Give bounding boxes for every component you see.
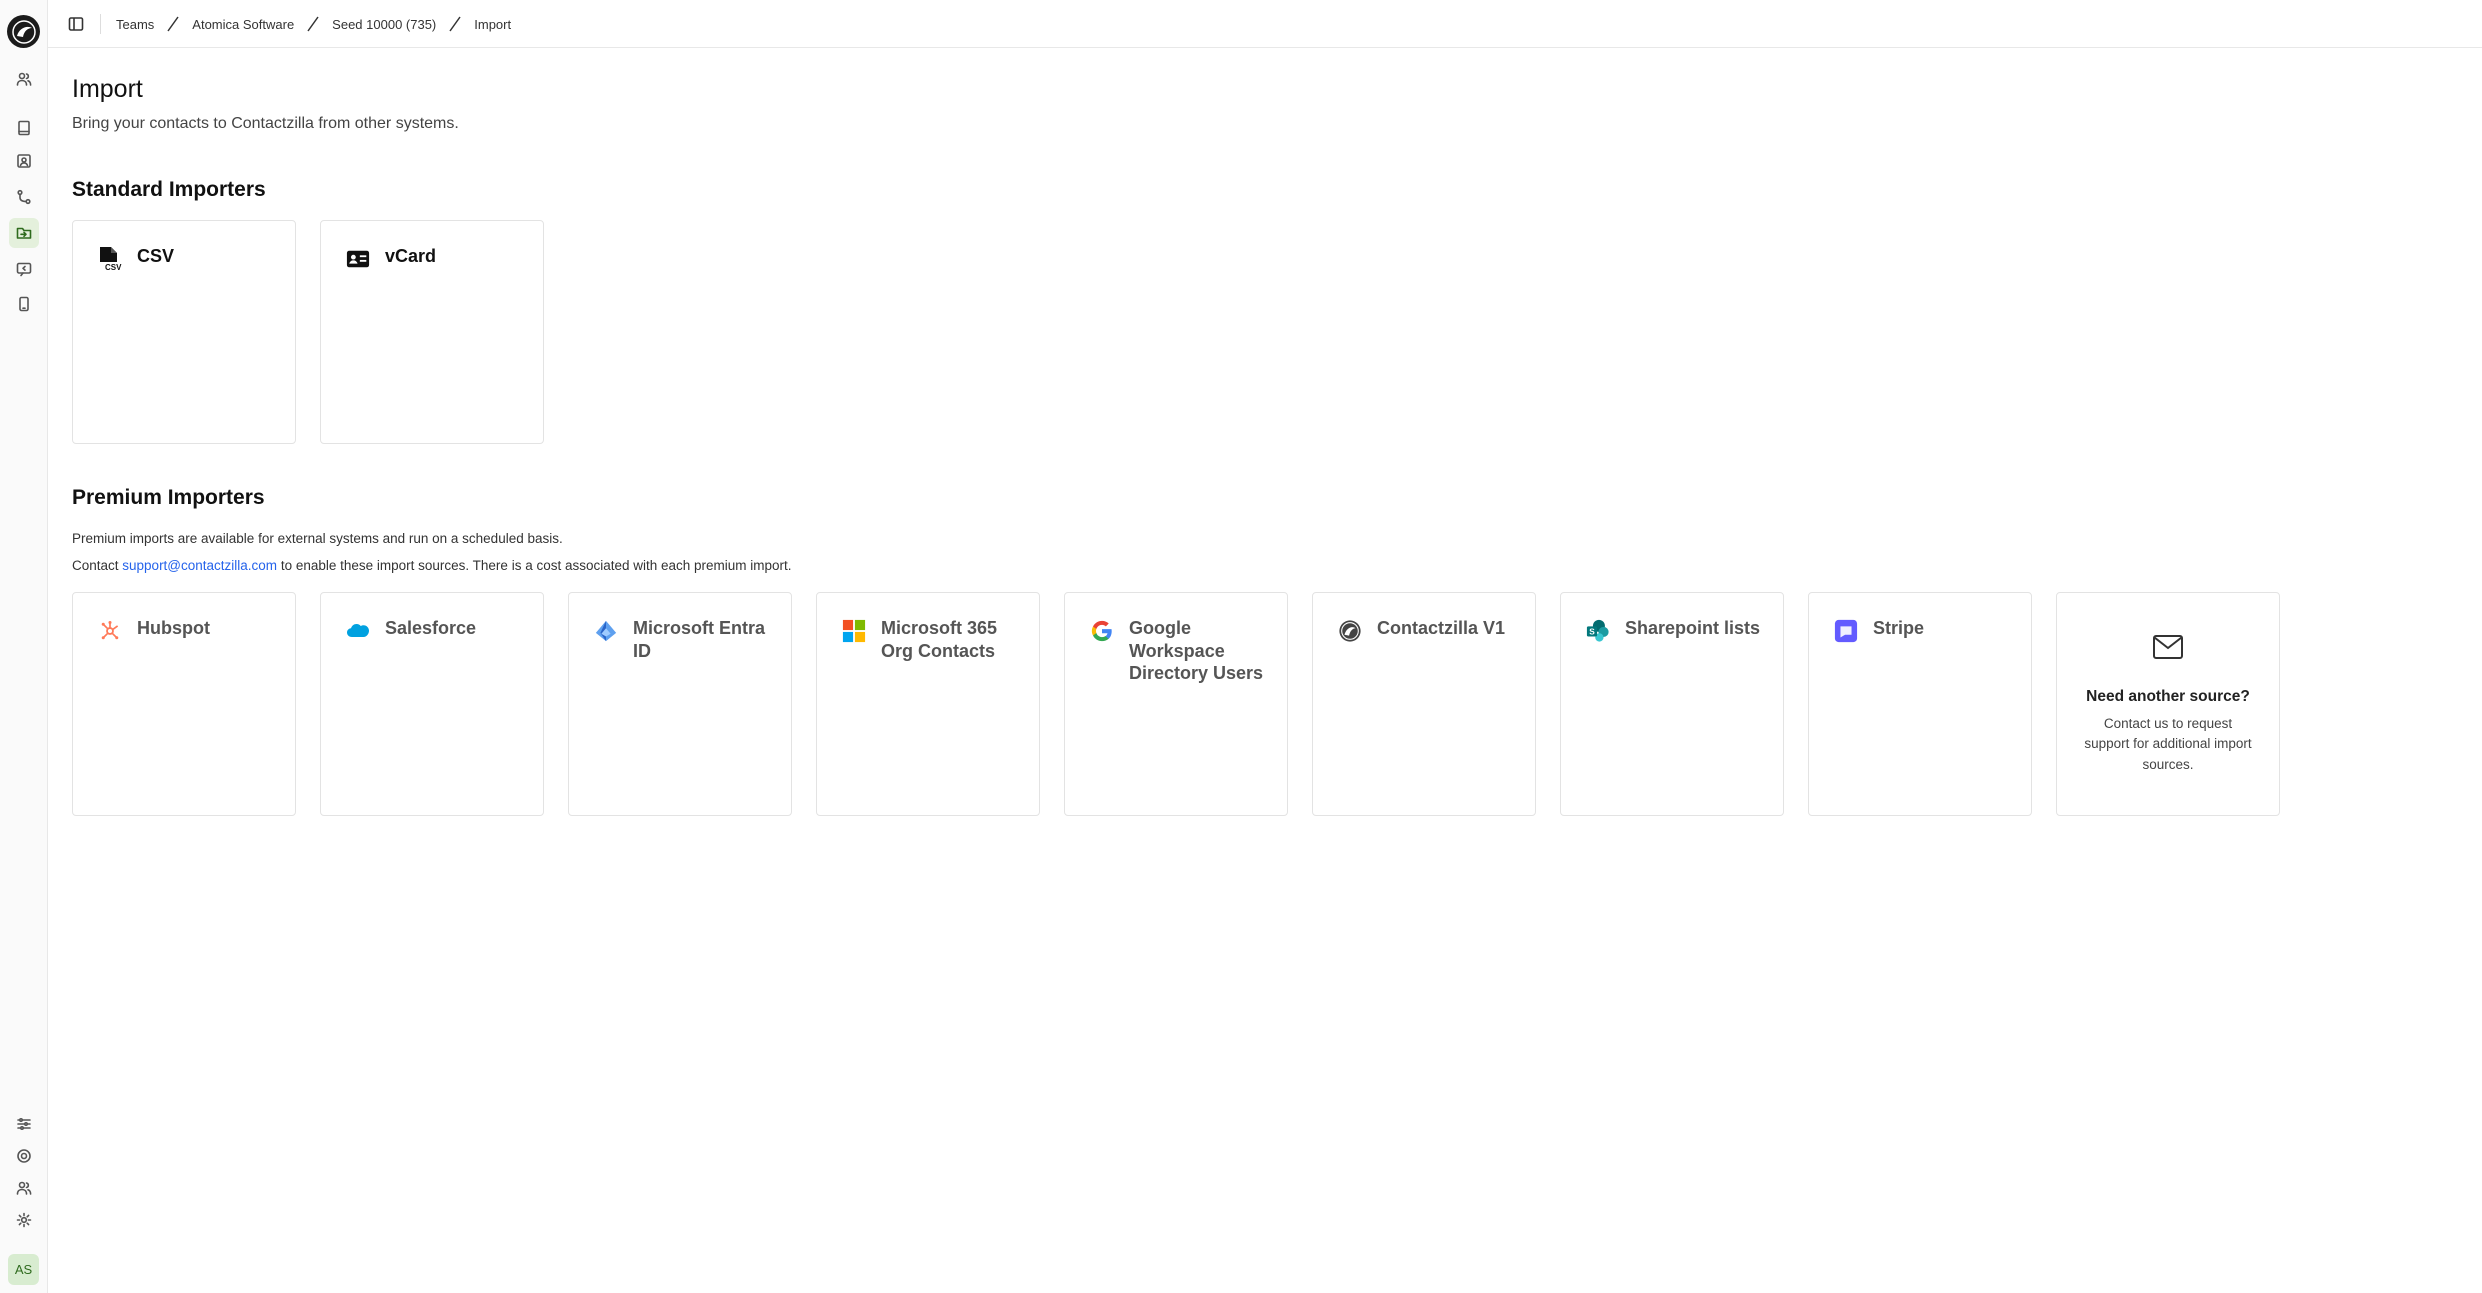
breadcrumb-current: Import [474,16,512,32]
sidebar-sliders-icon[interactable] [9,1109,39,1139]
importer-label: Stripe [1873,618,1925,638]
sidebar-settings-icon[interactable] [9,1205,39,1235]
breadcrumb: Teams Atomica Software Seed 10000 (735) … [116,0,511,48]
importer-card-sharepoint[interactable]: S Sharepoint lists [1560,592,1784,816]
google-icon [1089,618,1115,644]
importer-label: Salesforce [385,618,477,638]
premium-note: Premium imports are available for extern… [72,531,563,546]
sidebar-users-icon[interactable] [9,64,39,94]
sidebar-team-icon[interactable] [9,1173,39,1203]
importer-label: vCard [385,246,437,266]
breadcrumb-addressbook[interactable]: Seed 10000 (735) [332,17,436,32]
sidebar-contact-card-icon[interactable] [9,146,39,176]
sidebar-git-branch-icon[interactable] [9,182,39,212]
standard-importers-title: Standard Importers [72,178,266,201]
sidebar-folder-import-icon[interactable] [9,218,39,248]
salesforce-icon [345,618,371,644]
user-avatar[interactable]: AS [8,1254,39,1285]
importer-label: CSV [137,246,175,266]
slash-separator-icon [304,15,322,33]
microsoft-icon [841,618,867,644]
sidebar-toggle-icon[interactable] [66,14,86,34]
sidebar-book-icon[interactable] [9,113,39,143]
breadcrumb-teams[interactable]: Teams [116,17,154,32]
importer-card-entra[interactable]: Microsoft Entra ID [568,592,792,816]
importer-label: Sharepoint lists [1625,618,1761,638]
note-text: Contact [72,558,123,573]
stripe-icon [1833,618,1859,644]
importer-card-stripe[interactable]: Stripe [1808,592,2032,816]
slash-separator-icon [164,15,182,33]
importer-label: Contactzilla V1 [1377,618,1506,638]
svg-text:S: S [1589,627,1595,637]
importer-label: Google Workspace Directory Users [1129,618,1264,683]
importer-label: Microsoft Entra ID [633,618,766,661]
importer-card-vcard[interactable]: vCard [320,220,544,444]
importer-card-microsoft-365[interactable]: Microsoft 365 Org Contacts [816,592,1040,816]
importer-label: Microsoft 365 Org Contacts [881,618,998,661]
premium-contact-note: Contact support@contactzilla.com to enab… [72,558,792,573]
importer-card-contactzilla-v1[interactable]: Contactzilla V1 [1312,592,1536,816]
request-source-title: Need another source? [2086,688,2250,706]
hubspot-icon [97,618,123,644]
importer-card-csv[interactable]: CSV CSV [72,220,296,444]
slash-separator-icon [446,15,464,33]
contactzilla-logo[interactable] [7,15,40,48]
importer-card-hubspot[interactable]: Hubspot [72,592,296,816]
sidebar-phone-icon[interactable] [9,289,39,319]
top-bar: Teams Atomica Software Seed 10000 (735) … [48,0,2482,48]
envelope-icon [2152,633,2184,666]
request-source-desc: Contact us to request support for additi… [2084,716,2252,772]
support-email-link[interactable]: support@contactzilla.com [122,558,277,573]
premium-importers-title: Premium Importers [72,486,265,509]
sidebar: AS [0,0,48,1293]
importer-label: Hubspot [137,618,210,638]
request-source-card[interactable]: Need another source? Contact us to reque… [2056,592,2280,816]
importer-card-salesforce[interactable]: Salesforce [320,592,544,816]
importer-card-google-workspace[interactable]: Google Workspace Directory Users [1064,592,1288,816]
contactzilla-icon [1337,618,1363,644]
svg-text:CSV: CSV [105,263,122,272]
vcard-icon [345,246,371,272]
divider [100,14,101,34]
page-subtitle: Bring your contacts to Contactzilla from… [72,115,459,132]
page-title: Import [72,75,143,103]
sidebar-target-icon[interactable] [9,1141,39,1171]
sharepoint-icon: S [1585,618,1611,644]
csv-file-icon: CSV [97,246,123,272]
sidebar-message-icon[interactable] [9,254,39,284]
entra-icon [593,618,619,644]
breadcrumb-team[interactable]: Atomica Software [192,17,294,32]
note-text: to enable these import sources. There is… [277,558,792,573]
